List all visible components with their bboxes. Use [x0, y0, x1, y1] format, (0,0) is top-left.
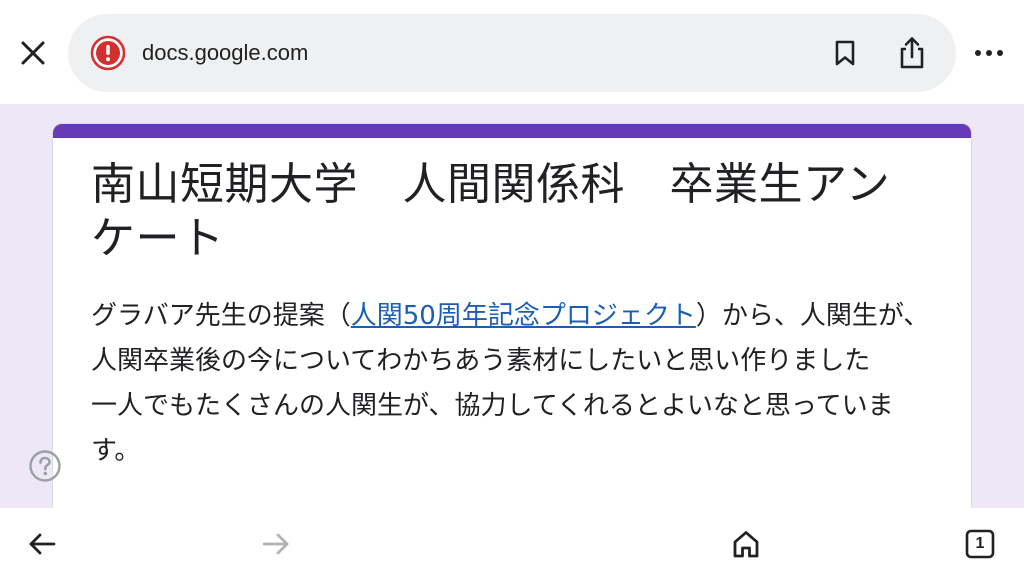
bookmark-icon	[835, 40, 855, 66]
form-description: グラバア先生の提案（人関50周年記念プロジェクト）から、人関生が、人関卒業後の今…	[91, 294, 941, 474]
close-icon	[21, 41, 45, 65]
forward-button[interactable]	[256, 524, 296, 564]
description-text: グラバア先生の提案（	[91, 301, 351, 331]
form-header-card: 南山短期大学 人間関係科 卒業生アンケート グラバア先生の提案（人関50周年記念…	[52, 123, 972, 508]
back-arrow-icon	[29, 533, 56, 555]
browser-top-bar: docs.google.com	[0, 0, 1024, 104]
home-button[interactable]	[726, 524, 766, 564]
help-icon[interactable]	[28, 449, 62, 483]
description-line-2: 一人でもたくさんの人関生が、協力してくれるとよいなと思っています。	[91, 391, 894, 466]
tabs-button[interactable]: 1	[960, 524, 1000, 564]
bookmark-button[interactable]	[828, 36, 862, 70]
form-title: 南山短期大学 人間関係科 卒業生アンケート	[91, 159, 891, 264]
close-button[interactable]	[14, 34, 52, 72]
warning-icon	[90, 35, 126, 71]
project-link[interactable]: 人関50周年記念プロジェクト	[351, 301, 696, 331]
tab-count: 1	[975, 535, 985, 552]
share-button[interactable]	[894, 34, 930, 72]
card-accent-bar	[53, 124, 971, 138]
browser-bottom-bar: 1	[0, 508, 1024, 576]
url-text[interactable]: docs.google.com	[142, 38, 308, 68]
back-button[interactable]	[22, 524, 62, 564]
more-icon	[975, 50, 1003, 56]
forward-arrow-icon	[262, 533, 289, 555]
more-options-button[interactable]	[968, 36, 1010, 70]
home-icon	[733, 531, 759, 558]
address-bar[interactable]: docs.google.com	[68, 14, 956, 92]
page-content: 南山短期大学 人間関係科 卒業生アンケート グラバア先生の提案（人関50周年記念…	[0, 104, 1024, 508]
share-icon	[900, 37, 924, 69]
